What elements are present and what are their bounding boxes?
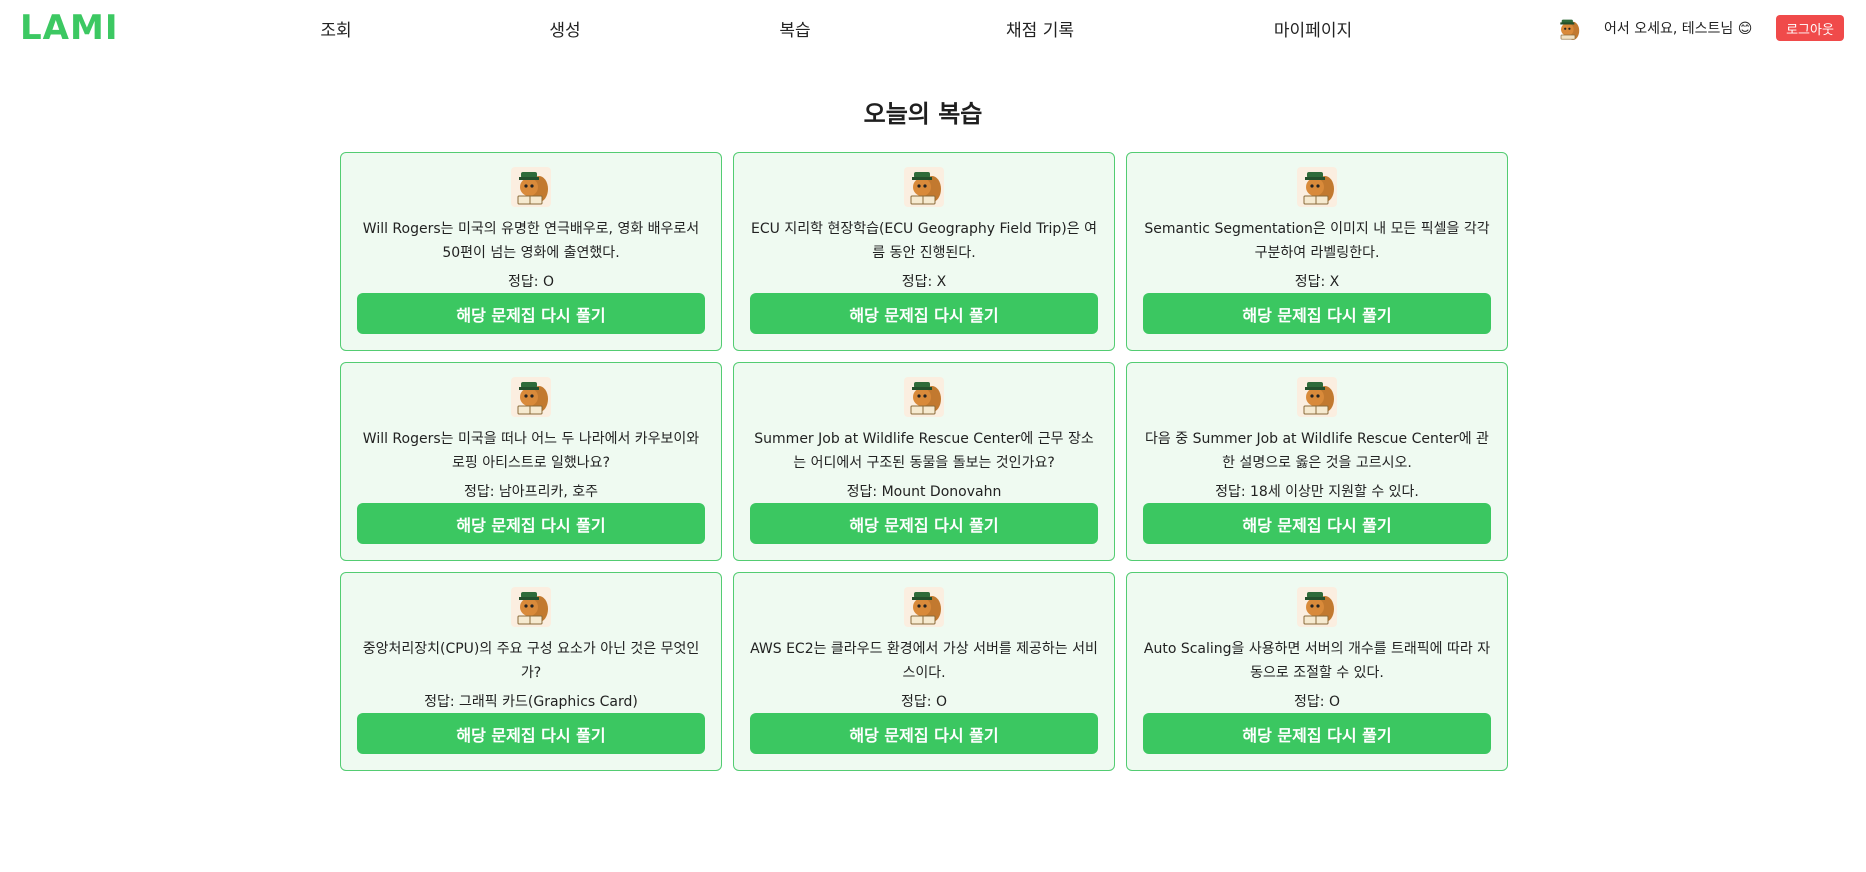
card-question: Will Rogers는 미국의 유명한 연극배우로, 영화 배우로서 50편이…: [362, 221, 700, 261]
squirrel-mascot-icon: [1560, 19, 1580, 40]
review-card: 중앙처리장치(CPU)의 주요 구성 요소가 아닌 것은 무엇인가? 정답: 그…: [340, 572, 722, 771]
retry-quiz-button[interactable]: 해당 문제집 다시 풀기: [750, 713, 1098, 754]
squirrel-mascot-icon: [511, 587, 551, 627]
card-question: ECU 지리학 현장학습(ECU Geography Field Trip)은 …: [751, 221, 1097, 261]
review-card: 다음 중 Summer Job at Wildlife Rescue Cente…: [1126, 362, 1508, 561]
squirrel-mascot-icon: [904, 587, 944, 627]
retry-quiz-button[interactable]: 해당 문제집 다시 풀기: [1143, 293, 1491, 334]
nav-create[interactable]: 생성: [549, 16, 580, 41]
welcome-text: 어서 오세요, 테스트님 😊: [1604, 21, 1753, 37]
card-answer: 정답: X: [1294, 274, 1340, 290]
card-question: Auto Scaling을 사용하면 서버의 개수를 트래픽에 따라 자동으로 …: [1143, 641, 1491, 681]
squirrel-mascot-icon: [904, 377, 944, 417]
retry-quiz-button[interactable]: 해당 문제집 다시 풀기: [357, 293, 705, 334]
card-answer: 정답: X: [901, 274, 947, 290]
review-card-grid: Will Rogers는 미국의 유명한 연극배우로, 영화 배우로서 50편이…: [340, 152, 1508, 771]
review-card: ECU 지리학 현장학습(ECU Geography Field Trip)은 …: [733, 152, 1115, 351]
squirrel-mascot-icon: [904, 167, 944, 207]
card-answer: 정답: 18세 이상만 지원할 수 있다.: [1215, 484, 1419, 500]
card-answer: 정답: O: [1294, 694, 1340, 710]
card-question: 중앙처리장치(CPU)의 주요 구성 요소가 아닌 것은 무엇인가?: [362, 641, 700, 681]
retry-quiz-button[interactable]: 해당 문제집 다시 풀기: [357, 503, 705, 544]
card-answer: 정답: 그래픽 카드(Graphics Card): [424, 694, 638, 710]
top-navbar: LAMI 조회 생성 복습 채점 기록 마이페이지 어서 오세요, 테스트님 😊…: [0, 0, 1866, 56]
review-card: Will Rogers는 미국을 떠나 어느 두 나라에서 카우보이와 로핑 아…: [340, 362, 722, 561]
nav-review[interactable]: 복습: [779, 16, 810, 41]
squirrel-mascot-icon: [511, 377, 551, 417]
review-card: Auto Scaling을 사용하면 서버의 개수를 트래픽에 따라 자동으로 …: [1126, 572, 1508, 771]
retry-quiz-button[interactable]: 해당 문제집 다시 풀기: [1143, 503, 1491, 544]
retry-quiz-button[interactable]: 해당 문제집 다시 풀기: [1143, 713, 1491, 754]
retry-quiz-button[interactable]: 해당 문제집 다시 풀기: [750, 293, 1098, 334]
review-card: Summer Job at Wildlife Rescue Center에 근무…: [733, 362, 1115, 561]
retry-quiz-button[interactable]: 해당 문제집 다시 풀기: [750, 503, 1098, 544]
card-answer: 정답: O: [901, 694, 947, 710]
card-question: AWS EC2는 클라우드 환경에서 가상 서버를 제공하는 서비스이다.: [750, 641, 1098, 681]
card-question: Will Rogers는 미국을 떠나 어느 두 나라에서 카우보이와 로핑 아…: [362, 431, 700, 471]
squirrel-mascot-icon: [511, 167, 551, 207]
review-card: AWS EC2는 클라우드 환경에서 가상 서버를 제공하는 서비스이다. 정답…: [733, 572, 1115, 771]
squirrel-mascot-icon: [1297, 377, 1337, 417]
card-question: Semantic Segmentation은 이미지 내 모든 픽셀을 각각 구…: [1144, 221, 1490, 261]
card-question: Summer Job at Wildlife Rescue Center에 근무…: [754, 431, 1094, 471]
squirrel-mascot-icon: [1297, 587, 1337, 627]
nav-browse[interactable]: 조회: [320, 16, 351, 41]
squirrel-mascot-icon: [1297, 167, 1337, 207]
retry-quiz-button[interactable]: 해당 문제집 다시 풀기: [357, 713, 705, 754]
card-answer: 정답: 남아프리카, 호주: [464, 484, 598, 500]
logout-button[interactable]: 로그아웃: [1776, 15, 1844, 41]
lami-logo[interactable]: LAMI: [20, 8, 118, 48]
nav-mypage[interactable]: 마이페이지: [1274, 16, 1352, 41]
review-card: Will Rogers는 미국의 유명한 연극배우로, 영화 배우로서 50편이…: [340, 152, 722, 351]
nav-grading-history[interactable]: 채점 기록: [1006, 16, 1074, 41]
card-answer: 정답: Mount Donovahn: [846, 484, 1002, 500]
card-question: 다음 중 Summer Job at Wildlife Rescue Cente…: [1145, 431, 1489, 471]
card-answer: 정답: O: [508, 274, 554, 290]
page-title: 오늘의 복습: [863, 100, 983, 128]
review-card: Semantic Segmentation은 이미지 내 모든 픽셀을 각각 구…: [1126, 152, 1508, 351]
